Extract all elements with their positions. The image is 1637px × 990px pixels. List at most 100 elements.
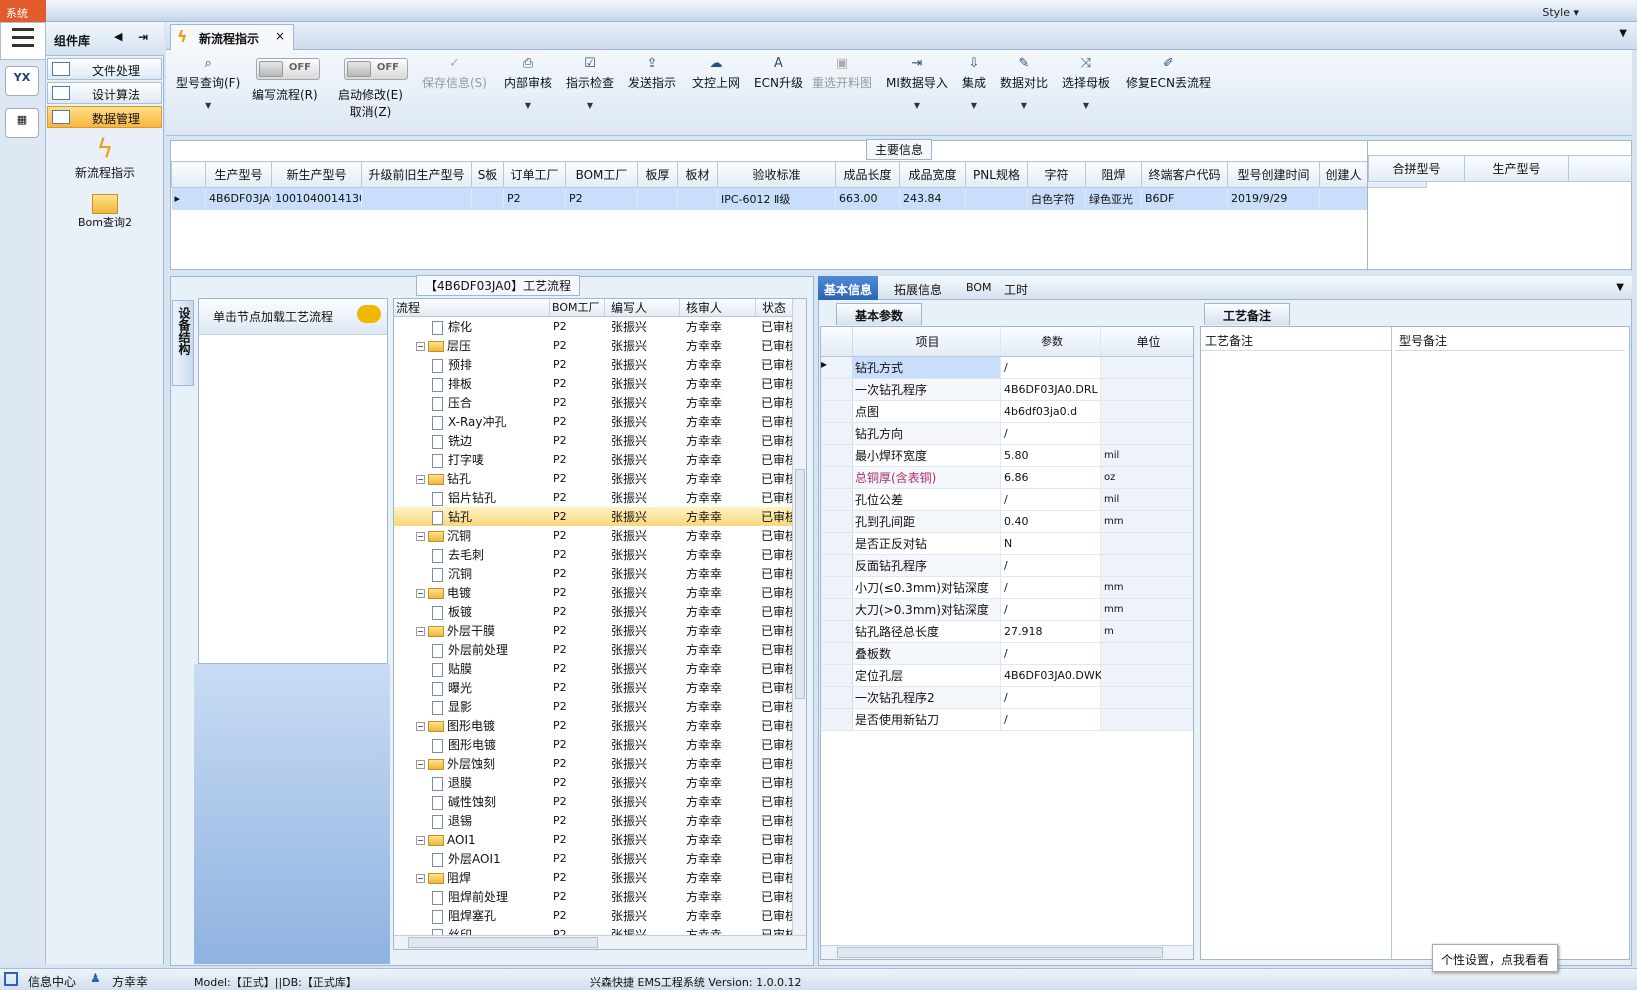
tree-row[interactable]: 阻焊塞孔 P2 张振兴 方幸幸 已审核 bbox=[394, 906, 806, 925]
instruction-check-button[interactable]: ☑ 指示检查 ▼ bbox=[566, 56, 614, 110]
table-cell[interactable]: 243.84 bbox=[899, 187, 966, 210]
comp-item-design-algorithm[interactable]: 设计算法 bbox=[47, 82, 162, 104]
tree-row[interactable]: − 电镀 P2 张振兴 方幸幸 已审核 bbox=[394, 583, 806, 602]
dropdown-caret-icon[interactable]: ▼ bbox=[886, 101, 948, 110]
param-value[interactable]: N bbox=[1001, 533, 1101, 554]
dropdown-caret-icon[interactable]: ▼ bbox=[1062, 101, 1110, 110]
col-header[interactable]: PNL规格 bbox=[965, 161, 1028, 188]
param-row[interactable]: 一次钻孔程序 4B6DF03JA0.DRL bbox=[821, 379, 1193, 401]
col-header[interactable]: 型号创建时间 bbox=[1227, 161, 1320, 188]
table-cell[interactable]: 2019/9/29 bbox=[1227, 187, 1320, 210]
param-row[interactable]: 小刀(≤0.3mm)对钻深度 / mm bbox=[821, 577, 1193, 599]
cancel-label[interactable]: 取消(Z) bbox=[350, 105, 392, 119]
param-row[interactable]: 钻孔路径总长度 27.918 m bbox=[821, 621, 1193, 643]
table-cell[interactable]: B6DF bbox=[1141, 187, 1228, 210]
comp-item-data-management[interactable]: 数据管理 bbox=[47, 106, 162, 128]
table-cell[interactable]: 绿色亚光 bbox=[1085, 187, 1142, 210]
send-instruction-button[interactable]: ⇪ 发送指示 bbox=[628, 56, 676, 91]
table-cell[interactable] bbox=[677, 187, 718, 210]
fix-ecn-lost-process-button[interactable]: ✐ 修复ECN丢流程 bbox=[1126, 56, 1211, 91]
bom-query-tool[interactable]: Bom查询2 bbox=[70, 194, 140, 230]
table-cell[interactable]: IPC-6012 Ⅱ级 bbox=[717, 187, 836, 210]
tree-row[interactable]: 显影 P2 张振兴 方幸幸 已审核 bbox=[394, 697, 806, 716]
tree-row[interactable]: − 钻孔 P2 张振兴 方幸幸 已审核 bbox=[394, 469, 806, 488]
collapse-icon[interactable]: − bbox=[416, 722, 425, 731]
tree-row[interactable]: 钻孔 P2 张振兴 方幸幸 已审核 bbox=[394, 507, 806, 526]
tree-row[interactable]: 排板 P2 张振兴 方幸幸 已审核 bbox=[394, 374, 806, 393]
collapse-icon[interactable]: − bbox=[416, 627, 425, 636]
params-horizontal-scrollbar[interactable] bbox=[821, 945, 1193, 959]
param-row[interactable]: 是否使用新钻刀 / bbox=[821, 709, 1193, 731]
tree-row[interactable]: 铣边 P2 张振兴 方幸幸 已审核 bbox=[394, 431, 806, 450]
param-value[interactable]: / bbox=[1001, 577, 1101, 598]
tree-row[interactable]: X-Ray冲孔 P2 张振兴 方幸幸 已审核 bbox=[394, 412, 806, 431]
collapse-icon[interactable]: − bbox=[416, 835, 425, 845]
tree-row[interactable]: 板镀 P2 张振兴 方幸幸 已审核 bbox=[394, 602, 806, 621]
scroll-thumb[interactable] bbox=[837, 947, 1163, 958]
info-center-link[interactable]: 信息中心 bbox=[28, 973, 76, 990]
tree-row[interactable]: 碱性蚀刻 P2 张振兴 方幸幸 已审核 bbox=[394, 792, 806, 811]
param-value[interactable]: / bbox=[1001, 357, 1101, 378]
tab-new-process[interactable]: ϟ 新流程指示 × bbox=[170, 24, 294, 51]
param-value[interactable]: 4b6df03ja0.d bbox=[1001, 401, 1101, 422]
collapse-icon[interactable]: − bbox=[416, 760, 425, 769]
table-cell[interactable]: 白色字符 bbox=[1027, 187, 1086, 210]
speech-bubble-icon[interactable] bbox=[357, 305, 381, 323]
table-cell[interactable]: 663.00 bbox=[835, 187, 900, 210]
start-modify-toggle[interactable]: OFF bbox=[344, 58, 408, 80]
tree-horizontal-scrollbar[interactable] bbox=[394, 935, 806, 949]
model-query-button[interactable]: ⌕ 型号查询(F) ▼ bbox=[176, 56, 240, 110]
table-cell[interactable] bbox=[471, 187, 504, 210]
system-menu-tab[interactable]: 系统 bbox=[0, 0, 46, 22]
write-process-toggle[interactable]: OFF bbox=[256, 58, 320, 80]
select-motherboard-button[interactable]: ⤨ 选择母板 ▼ bbox=[1062, 56, 1110, 110]
col-header[interactable]: 板厚 bbox=[637, 161, 678, 188]
param-value[interactable]: / bbox=[1001, 709, 1101, 730]
col-header[interactable]: 板材 bbox=[677, 161, 718, 188]
col-header[interactable]: 字符 bbox=[1027, 161, 1086, 188]
param-row[interactable]: 大刀(>0.3mm)对钻深度 / mm bbox=[821, 599, 1193, 621]
param-row[interactable]: 孔到孔间距 0.40 mm bbox=[821, 511, 1193, 533]
param-row[interactable]: 定位孔层 4B6DF03JA0.DWK bbox=[821, 665, 1193, 687]
dropdown-caret-icon[interactable]: ▼ bbox=[176, 101, 240, 110]
table-cell[interactable] bbox=[361, 187, 472, 210]
tree-row[interactable]: 铝片钻孔 P2 张振兴 方幸幸 已审核 bbox=[394, 488, 806, 507]
tree-row[interactable]: 打字唛 P2 张振兴 方幸幸 已审核 bbox=[394, 450, 806, 469]
collapse-icon[interactable]: − bbox=[416, 532, 425, 541]
param-value[interactable]: 4B6DF03JA0.DWK bbox=[1001, 665, 1102, 686]
param-value[interactable]: / bbox=[1001, 489, 1101, 510]
collapse-icon[interactable]: − bbox=[416, 342, 425, 351]
param-row[interactable]: 一次钻孔程序2/ bbox=[821, 687, 1193, 709]
param-value[interactable]: / bbox=[1001, 599, 1101, 620]
param-value[interactable]: / bbox=[1001, 687, 1101, 708]
tree-row[interactable]: 压合 P2 张振兴 方幸幸 已审核 bbox=[394, 393, 806, 412]
personalization-tooltip[interactable]: 个性设置，点我看看 bbox=[1432, 944, 1558, 972]
tree-row[interactable]: 退膜 P2 张振兴 方幸幸 已审核 bbox=[394, 773, 806, 792]
tab-list-chevron-icon[interactable]: ▼ bbox=[1619, 28, 1627, 39]
param-row[interactable]: 点图 4b6df03ja0.d bbox=[821, 401, 1193, 423]
col-header[interactable]: 生产型号 bbox=[205, 161, 272, 188]
param-row[interactable]: 总铜厚(含表铜) 6.86 oz bbox=[821, 467, 1193, 489]
param-value[interactable]: 0.40 bbox=[1001, 511, 1101, 532]
doc-control-online-button[interactable]: ☁ 文控上网 bbox=[692, 56, 740, 91]
table-cell[interactable]: P2 bbox=[503, 187, 566, 210]
scroll-thumb[interactable] bbox=[795, 469, 805, 699]
param-row[interactable]: 最小焊环宽度 5.80 mil bbox=[821, 445, 1193, 467]
dropdown-caret-icon[interactable]: ▼ bbox=[504, 101, 552, 110]
col-header[interactable]: 终端客户代码 bbox=[1141, 161, 1228, 188]
col-header[interactable]: 成品宽度 bbox=[899, 161, 966, 188]
col-header[interactable]: 订单工厂 bbox=[503, 161, 566, 188]
tree-row[interactable]: 棕化 P2 张振兴 方幸幸 已审核 bbox=[394, 317, 806, 336]
tab-bom[interactable]: BOM bbox=[960, 279, 998, 296]
param-value[interactable]: 5.80 bbox=[1001, 445, 1101, 466]
collapse-left-icon[interactable]: ◀ bbox=[114, 30, 122, 43]
reselect-cutting-chart-button[interactable]: ▣ 重选开料图 bbox=[812, 56, 872, 91]
param-row[interactable]: 反面钻孔程序 / bbox=[821, 555, 1193, 577]
equipment-structure-tab[interactable]: 设备结构 bbox=[172, 300, 194, 386]
col-header[interactable]: S板 bbox=[471, 161, 504, 188]
tab-work-hours[interactable]: 工时 bbox=[998, 279, 1034, 300]
pin-icon[interactable]: ⇥ bbox=[138, 30, 148, 44]
tree-row[interactable]: 外层前处理 P2 张振兴 方幸幸 已审核 bbox=[394, 640, 806, 659]
tab-extended-info[interactable]: 拓展信息 bbox=[888, 279, 948, 300]
data-compare-button[interactable]: ✎ 数据对比 ▼ bbox=[1000, 56, 1048, 110]
